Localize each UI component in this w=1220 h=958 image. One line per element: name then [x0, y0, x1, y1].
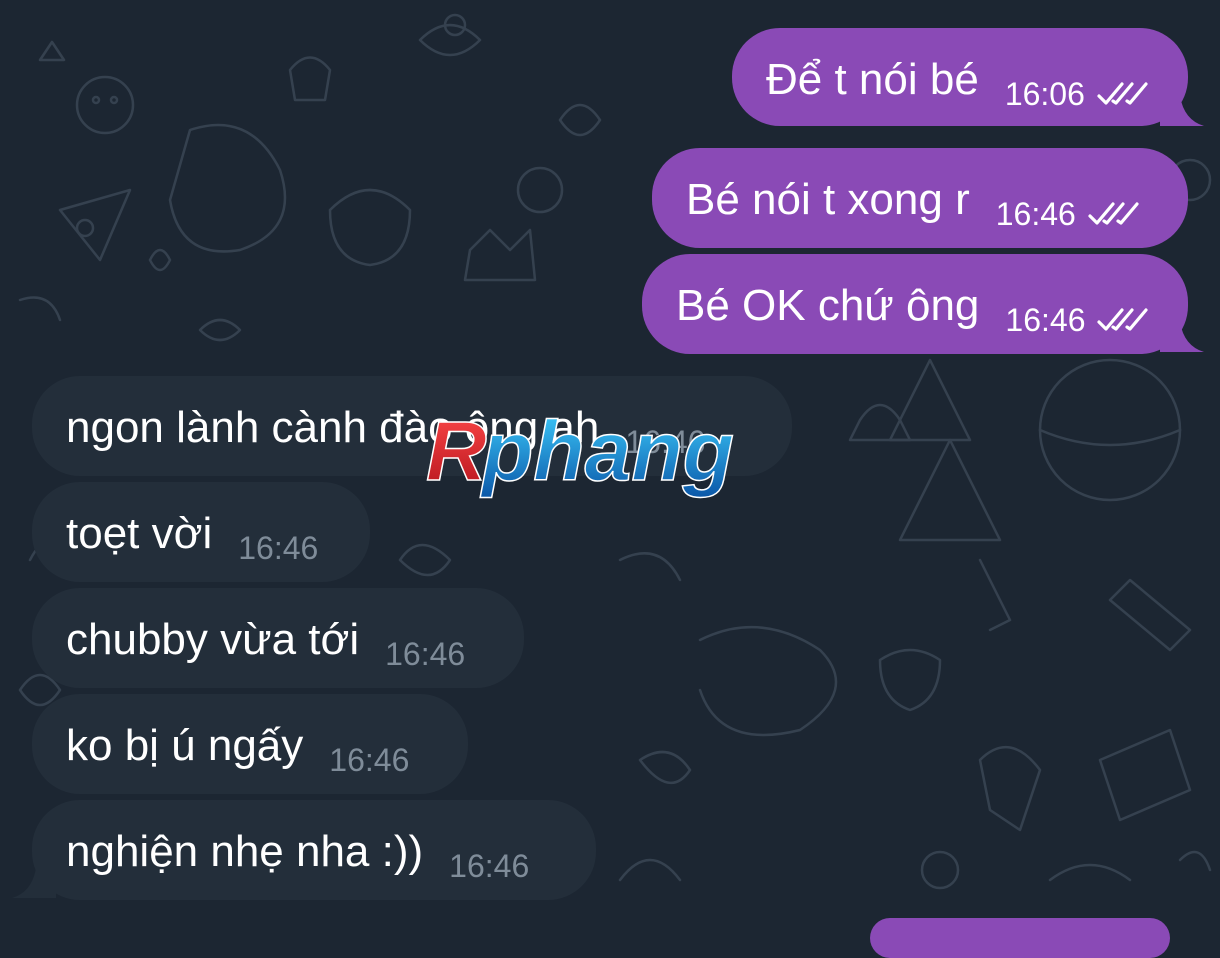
- bubble-tail: [12, 868, 56, 898]
- incoming-message[interactable]: chubby vừa tới 16:46: [32, 588, 524, 688]
- message-time: 16:46: [329, 742, 410, 778]
- incoming-message[interactable]: toẹt vời 16:46: [32, 482, 370, 582]
- watermark-logo: R phang: [425, 408, 734, 499]
- message-time: 16:46: [449, 848, 530, 884]
- message-meta: 16:46: [1005, 254, 1149, 336]
- bubble-tail: [1160, 322, 1204, 352]
- read-double-check-icon: [1097, 82, 1148, 105]
- message-text: Để t nói bé: [766, 55, 979, 104]
- message-text: toẹt vời: [66, 509, 213, 558]
- bubble-tail: [1160, 96, 1204, 126]
- message-text: Bé OK chứ ông: [676, 281, 980, 330]
- read-double-check-icon: [1097, 308, 1149, 331]
- message-time: 16:46: [385, 636, 466, 672]
- message-time: 16:46: [995, 196, 1076, 232]
- message-meta: 16:06: [1005, 28, 1149, 110]
- outgoing-message-partial[interactable]: [870, 918, 1170, 958]
- outgoing-message[interactable]: Bé OK chứ ông 16:46: [642, 254, 1188, 354]
- message-time: 16:46: [238, 530, 319, 566]
- incoming-message[interactable]: ko bị ú ngấy 16:46: [32, 694, 468, 794]
- svg-text:phang: phang: [480, 408, 734, 498]
- message-text: Bé nói t xong r: [686, 175, 970, 224]
- read-double-check-icon: [1088, 202, 1139, 225]
- incoming-message[interactable]: nghiện nhẹ nha :)) 16:46: [32, 800, 596, 900]
- outgoing-message[interactable]: Để t nói bé 16:06: [732, 28, 1188, 126]
- outgoing-message[interactable]: Bé nói t xong r 16:46: [652, 148, 1188, 248]
- svg-text:R: R: [426, 408, 487, 498]
- message-text: chubby vừa tới: [66, 615, 360, 664]
- message-text: ko bị ú ngấy: [66, 721, 304, 770]
- message-text: nghiện nhẹ nha :)): [66, 827, 424, 876]
- message-time: 16:06: [1004, 76, 1085, 112]
- message-meta: 16:46: [996, 148, 1140, 230]
- message-time: 16:46: [1005, 302, 1086, 338]
